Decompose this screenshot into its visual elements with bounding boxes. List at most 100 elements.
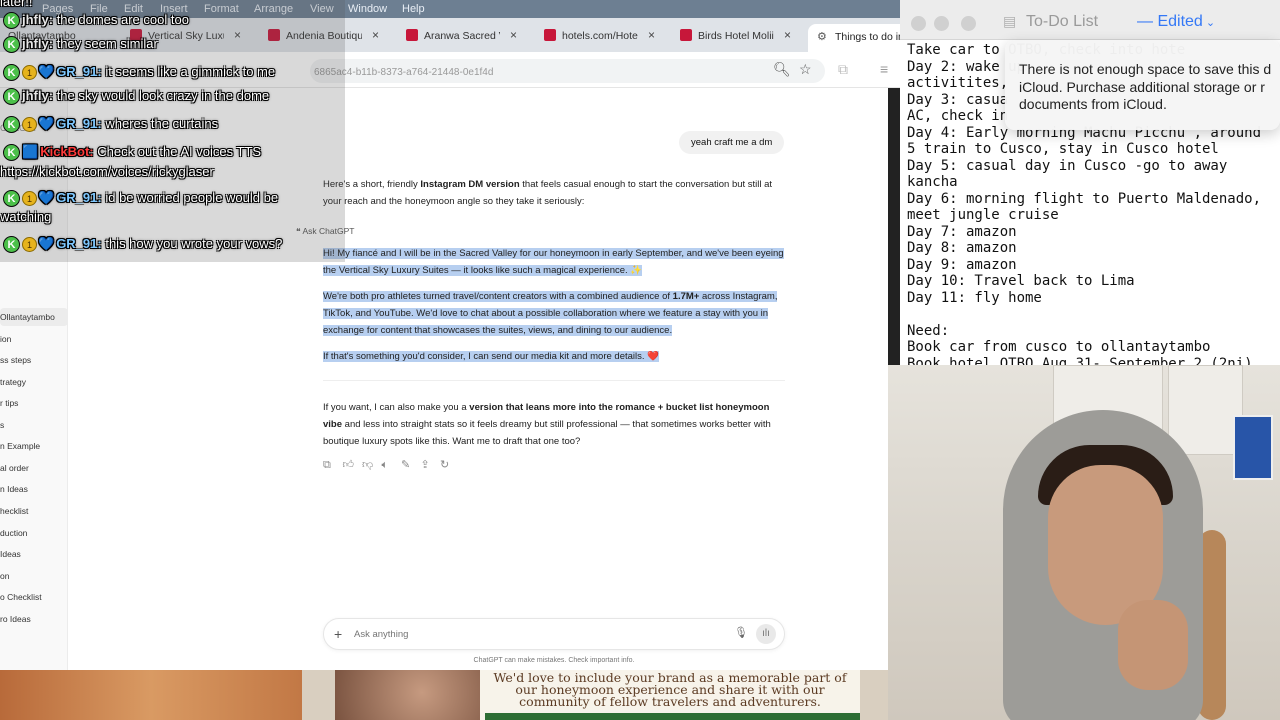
edited-label: — Edited — [1137, 13, 1203, 30]
chat-link[interactable]: https://kickbot.com/voices/rickyglaser — [0, 164, 214, 179]
chevron-down-icon: ⌄ — [1202, 17, 1216, 29]
promo-photo — [335, 670, 480, 720]
address-bar[interactable]: 6865ac4-b11b-8373-a764-21448-0e1f4d — [310, 59, 825, 83]
bookmark-star-icon[interactable]: ☆ — [799, 61, 812, 78]
tab-aranwa[interactable]: Aranwa Sacred V × — [406, 26, 524, 52]
minimize-window-icon[interactable] — [934, 16, 949, 31]
chat-username: jhfly: — [22, 12, 54, 27]
sidebar-item[interactable]: ss steps — [0, 355, 68, 365]
chat-username: GR_91: — [56, 190, 102, 205]
close-tab-icon[interactable]: × — [648, 28, 655, 42]
dm-text: We're both pro athletes turned travel/co… — [323, 291, 673, 302]
sidebar-item[interactable]: al order — [0, 463, 68, 473]
sub-badge-icon: 1 — [22, 191, 37, 207]
intro-bold: Instagram DM version — [420, 179, 520, 190]
tab-label: hotels.com/Hote — [562, 30, 638, 42]
close-tab-icon[interactable]: × — [784, 28, 791, 42]
close-tab-icon[interactable]: × — [372, 28, 379, 42]
sidebar-item-active[interactable]: Ollantaytambo — [0, 308, 68, 326]
chat-username: jhfly: — [22, 36, 54, 51]
promo-graphic: We'd love to include your brand as a mem… — [335, 670, 860, 720]
chat-username: GR_91: — [56, 116, 102, 131]
composer: + 🎙︎ ılı — [323, 618, 785, 650]
chat-text: this how you wrote your vows? — [105, 236, 283, 251]
site-favicon-icon — [406, 29, 418, 41]
thumbs-down-icon[interactable]: 👎︎ — [362, 458, 382, 471]
site-favicon-icon — [544, 29, 556, 41]
disclaimer: ChatGPT can make mistakes. Check importa… — [473, 657, 635, 664]
heart-badge-icon: 💙 — [38, 190, 55, 205]
menu-help[interactable]: Help — [402, 3, 425, 15]
voice-mode-icon[interactable]: ılı — [756, 624, 776, 644]
zoom-window-icon[interactable] — [961, 16, 976, 31]
sidebar-item[interactable]: s — [0, 420, 68, 430]
tab-things-to-do[interactable]: ⚙ Things to do in — [808, 24, 908, 52]
sidebar-item[interactable]: ion — [0, 334, 68, 344]
sub-badge-icon: 1 — [22, 65, 37, 81]
sidebar-item[interactable]: n Example — [0, 441, 68, 451]
sidebar-item[interactable]: on — [0, 571, 68, 581]
sidebar-item[interactable]: r tips — [0, 398, 68, 408]
assistant-followup: If you want, I can also make you a versi… — [323, 399, 785, 450]
dm-text: Hi! My fiancé and I will be in the Sacre… — [323, 248, 784, 276]
plus-icon[interactable]: + — [334, 626, 342, 642]
chat-text: the domes are cool too — [56, 12, 189, 27]
sidebar-item[interactable]: n Ideas — [0, 484, 68, 494]
tab-label: Birds Hotel Moliin — [698, 30, 774, 42]
sub-badge-icon: 1 — [22, 117, 37, 133]
microphone-icon[interactable]: 🎙︎ — [734, 626, 748, 639]
alert-line: There is not enough space to save this d — [1019, 61, 1272, 77]
bot-badge-icon: 🟦 — [22, 144, 39, 159]
chat-username: GR_91: — [56, 236, 102, 251]
site-favicon-icon — [680, 29, 692, 41]
kick-badge-icon: K — [3, 116, 20, 134]
webcam-feed — [888, 365, 1280, 720]
kick-badge-icon: K — [3, 64, 20, 82]
document-icon: ▤ — [1003, 13, 1017, 29]
sidebar-item[interactable]: hecklist — [0, 506, 68, 516]
followup-text: and less into straight stats so it feels… — [323, 419, 771, 447]
chat-text: wheres the curtains — [105, 116, 219, 131]
menu-window[interactable]: Window — [348, 3, 387, 15]
close-window-icon[interactable] — [911, 16, 926, 31]
dm-bold: 1.7M+ — [672, 291, 700, 302]
icloud-storage-alert[interactable]: There is not enough space to save this d… — [1005, 40, 1280, 130]
kick-badge-icon: K — [3, 88, 20, 106]
dm-paragraph-3: If that's something you'd consider, I ca… — [323, 348, 785, 365]
assistant-intro: Here's a short, friendly Instagram DM ve… — [323, 176, 785, 210]
sidebar-item[interactable]: ro Ideas — [0, 614, 68, 624]
edit-icon[interactable]: ✎ — [401, 458, 421, 471]
tab-hotels-com[interactable]: hotels.com/Hote × — [544, 26, 662, 52]
heart-badge-icon: 💙 — [38, 116, 55, 131]
sidebar-item[interactable]: trategy — [0, 377, 68, 387]
regenerate-icon[interactable]: ↻ — [440, 458, 460, 471]
copy-icon[interactable]: ⧉ — [323, 459, 343, 472]
chat-line: Kjhfly: they seem similar — [0, 36, 158, 54]
kick-badge-icon: K — [3, 236, 20, 254]
chat-line: K 1 💙 GR_91: id be worried people would be — [0, 190, 278, 208]
chat-text: watching — [0, 209, 52, 224]
menu-icon[interactable]: ≡ — [880, 61, 888, 77]
sidebar-item[interactable]: Ideas — [0, 549, 68, 559]
speaker-icon[interactable]: 🔈︎ — [382, 459, 402, 472]
prompt-input[interactable] — [354, 625, 714, 643]
alert-line: iCloud. Purchase additional storage or r — [1019, 78, 1265, 95]
close-tab-icon[interactable]: × — [510, 28, 517, 42]
dm-paragraph-1: Hi! My fiancé and I will be in the Sacre… — [323, 245, 785, 279]
heart-badge-icon: 💙 — [38, 64, 55, 79]
extensions-icon[interactable]: ⧉ — [838, 61, 848, 78]
chat-username: GR_91: — [56, 64, 102, 79]
tab-birds-hotel[interactable]: Birds Hotel Moliin × — [680, 26, 798, 52]
dm-paragraph-2: We're both pro athletes turned travel/co… — [323, 288, 785, 339]
edited-status[interactable]: — Edited ⌄ — [1137, 13, 1215, 31]
share-icon[interactable]: ⇪ — [421, 458, 441, 471]
sidebar-item[interactable]: duction — [0, 528, 68, 538]
sidebar-item[interactable]: o Checklist — [0, 592, 68, 602]
wall-picture — [1233, 415, 1273, 480]
promo-green-bar — [485, 713, 860, 720]
alert-line: documents from iCloud. — [1019, 96, 1167, 112]
zoom-icon[interactable]: 🔍︎ — [773, 61, 791, 78]
chat-line: watching — [0, 209, 51, 224]
kick-badge-icon: K — [3, 144, 20, 162]
thumbs-up-icon[interactable]: 👍︎ — [343, 458, 363, 471]
